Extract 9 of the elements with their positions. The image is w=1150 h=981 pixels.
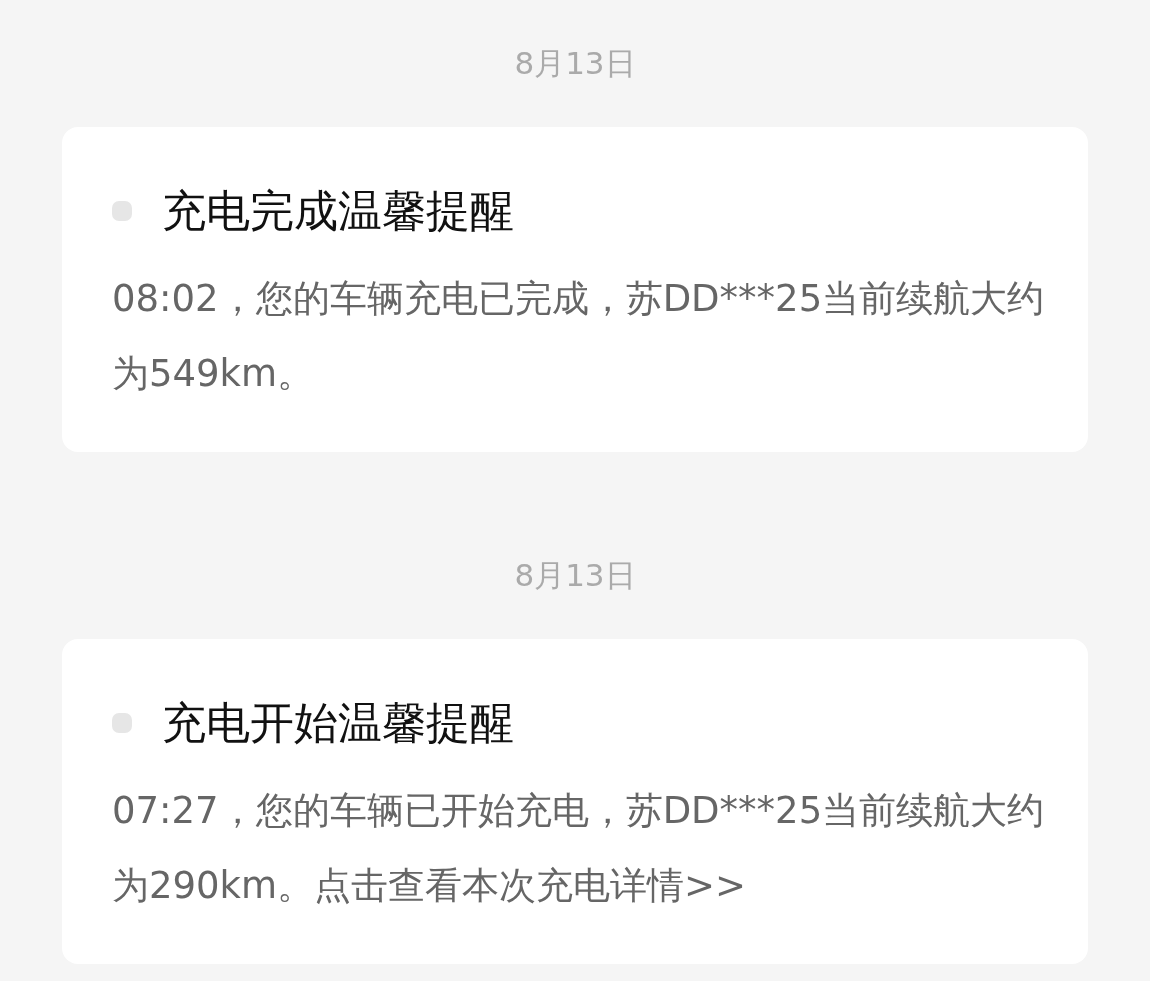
message-title: 充电开始温馨提醒: [162, 696, 514, 750]
date-label: 8月13日: [514, 44, 636, 83]
date-label: 8月13日: [514, 556, 636, 595]
bullet-icon: [112, 713, 132, 733]
message-text: 08:02，您的车辆充电已完成，苏DD***25当前续航大约为549km。: [112, 276, 1046, 397]
message-title: 充电完成温馨提醒: [162, 184, 514, 238]
details-link[interactable]: 点击查看本次充电详情>>: [314, 864, 747, 907]
message-text: 07:27，您的车辆已开始充电，苏DD***25当前续航大约为290km。点击查看本次充电详情>>: [112, 788, 1046, 909]
bullet-icon: [112, 201, 132, 221]
